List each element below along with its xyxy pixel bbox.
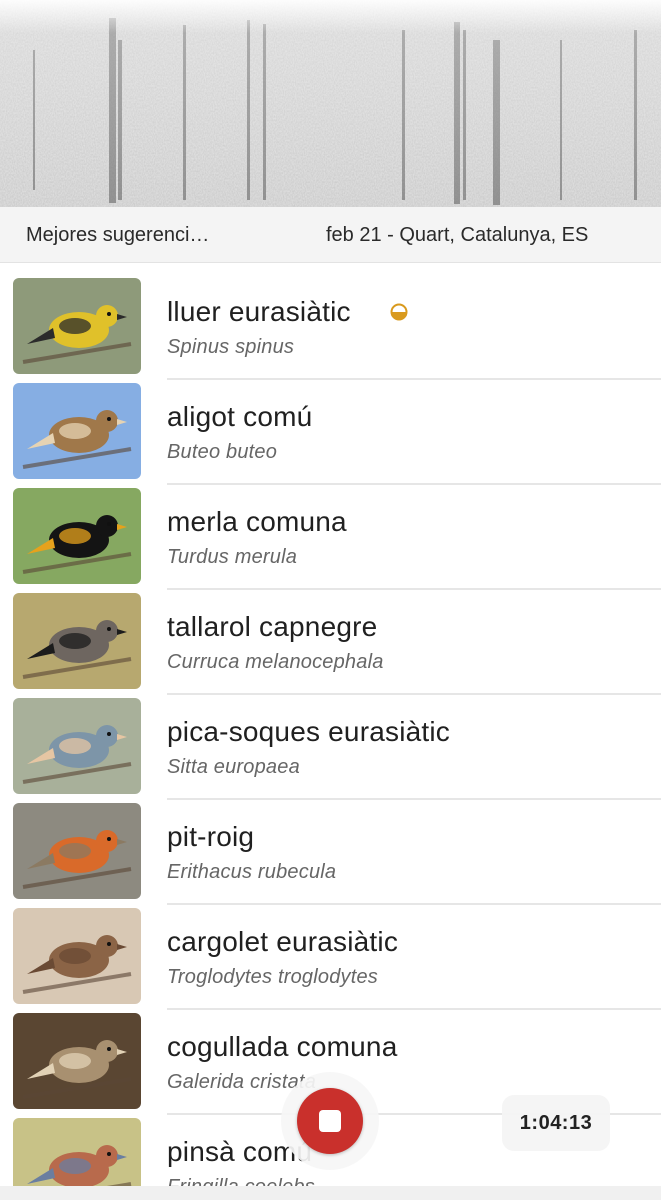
species-common-name: cargolet eurasiàtic <box>167 926 399 957</box>
species-scientific-name: Troglodytes troglodytes <box>167 966 378 988</box>
date-location: feb 21 - Quart, Catalunya, ES <box>326 224 589 246</box>
species-common-name: pit-roig <box>167 821 255 852</box>
bird-photo <box>13 698 141 794</box>
stop-record-button[interactable] <box>297 1088 363 1154</box>
species-row[interactable]: cargolet eurasiàtic Troglodytes troglody… <box>0 892 661 1010</box>
species-common-name: lluer eurasiàtic <box>167 296 351 327</box>
species-scientific-name: Sitta europaea <box>167 756 300 778</box>
species-row[interactable]: merla comuna Turdus merula <box>0 472 661 590</box>
bottom-bar <box>0 1186 661 1200</box>
species-scientific-name: Turdus merula <box>167 546 298 568</box>
bird-photo <box>13 1013 141 1109</box>
species-scientific-name: Buteo buteo <box>167 441 278 463</box>
bird-photo <box>13 1118 141 1186</box>
info-bar: Mejores sugerenci… feb 21 - Quart, Catal… <box>0 207 661 263</box>
bird-photo <box>13 593 141 689</box>
species-row[interactable]: lluer eurasiàtic Spinus spinus <box>0 262 661 380</box>
stop-icon <box>319 1110 341 1132</box>
species-row[interactable]: aligot comú Buteo buteo <box>0 367 661 485</box>
species-row[interactable]: tallarol capnegre Curruca melanocephala <box>0 577 661 695</box>
half-circle-icon <box>390 303 408 321</box>
bird-photo <box>13 908 141 1004</box>
species-common-name: cogullada comuna <box>167 1031 398 1062</box>
species-scientific-name: Fringilla coelebs <box>167 1176 315 1186</box>
bird-photo <box>13 488 141 584</box>
species-row[interactable]: pica-soques eurasiàtic Sitta europaea <box>0 682 661 800</box>
suggestions-label[interactable]: Mejores sugerenci… <box>26 224 209 247</box>
recording-timer: 1:04:13 <box>502 1095 610 1151</box>
species-common-name: pica-soques eurasiàtic <box>167 716 450 747</box>
bird-photo <box>13 803 141 899</box>
species-list: lluer eurasiàtic Spinus spinus aligot co… <box>0 262 661 1186</box>
spectrogram <box>0 0 661 207</box>
bird-photo <box>13 383 141 479</box>
species-row[interactable]: pit-roig Erithacus rubecula <box>0 787 661 905</box>
record-button-container <box>281 1072 379 1170</box>
bird-photo <box>13 278 141 374</box>
species-scientific-name: Erithacus rubecula <box>167 861 337 883</box>
species-common-name: merla comuna <box>167 506 347 537</box>
species-scientific-name: Spinus spinus <box>167 336 295 358</box>
species-common-name: tallarol capnegre <box>167 611 378 642</box>
species-scientific-name: Curruca melanocephala <box>167 651 384 673</box>
species-common-name: aligot comú <box>167 401 313 432</box>
